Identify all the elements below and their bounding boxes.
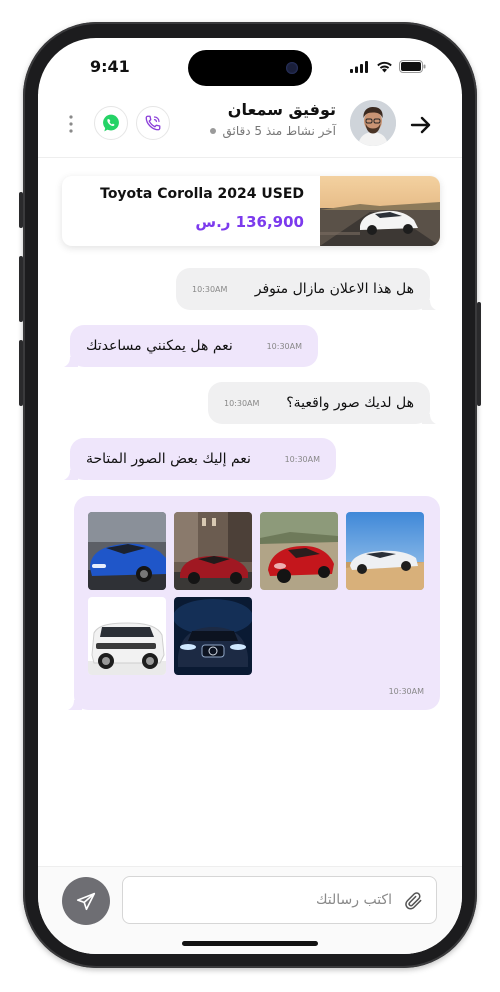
car-photo-icon [320,176,440,246]
car-photo-icon [346,512,424,590]
message-bubble-incoming[interactable]: 10:30AM هل لديك صور واقعية؟ [208,382,436,424]
bubble-tail [64,470,78,480]
car-photo-icon [174,597,252,675]
gallery-photo-white-range-rover[interactable] [88,597,166,675]
phone-volume-up-button [19,256,23,322]
message-time: 10:30AM [284,454,320,464]
last-active-label: آخر نشاط منذ 5 دقائق [222,124,336,138]
message-time: 10:30AM [388,687,424,696]
front-camera [286,62,298,74]
bubble-tail [422,300,436,310]
car-photo-icon [260,512,338,590]
gallery-photo-white-sedan[interactable] [346,512,424,590]
contact-name[interactable]: توفيق سمعان [228,100,336,119]
whatsapp-button[interactable] [94,106,128,140]
bubble-tail [422,414,436,424]
message-time: 10:30AM [224,398,260,408]
phone-call-icon [145,115,161,131]
send-button[interactable] [62,877,110,925]
message-time: 10:30AM [192,284,228,294]
car-photo-icon [88,597,166,675]
person-avatar-icon [350,100,396,146]
voice-call-button[interactable] [136,106,170,140]
message-text: هل لديك صور واقعية؟ [286,395,414,411]
home-indicator [182,941,318,946]
car-photo-icon [174,512,252,590]
listing-card[interactable]: Toyota Corolla 2024 USED 136,900 ر.س [62,176,440,246]
gallery-photo-blue-bmw[interactable] [88,512,166,590]
photo-gallery-message: 10:30AM [68,496,440,710]
phone-power-button [477,302,481,406]
gallery-photo-red-mercedes[interactable] [174,512,252,590]
send-icon [76,892,96,911]
message-text: هل هذا الاعلان مازال متوفر [254,281,414,297]
back-arrow-icon[interactable] [408,112,434,138]
message-bubble-incoming[interactable]: 10:30AM هل هذا الاعلان مازال متوفر [176,268,436,310]
presence-dot [210,128,217,134]
cellular-signal-icon [350,60,368,73]
message-bubble-outgoing[interactable]: نعم هل يمكنني مساعدتك 10:30AM [64,325,318,367]
listing-photo[interactable] [320,176,440,246]
chat-thread[interactable]: Toyota Corolla 2024 USED 136,900 ر.س 10:… [38,158,462,866]
whatsapp-icon [103,114,119,132]
dynamic-island [188,50,312,86]
gallery-photo-mercedes-headlights[interactable] [174,597,252,675]
gallery-photo-red-sports-car[interactable] [260,512,338,590]
more-options-icon[interactable] [68,114,74,134]
bubble-tail [68,700,82,710]
battery-icon [399,60,426,73]
message-bubble-outgoing[interactable]: نعم إليك بعض الصور المتاحة 10:30AM [64,438,336,480]
status-time: 9:41 [90,57,130,76]
contact-last-active: آخر نشاط منذ 5 دقائق [210,124,336,138]
listing-price: 136,900 ر.س [195,213,304,231]
message-input[interactable] [122,876,437,924]
contact-avatar[interactable] [350,100,396,146]
listing-title: Toyota Corolla 2024 USED [100,186,304,202]
car-photo-icon [88,512,166,590]
status-icons [350,60,426,73]
message-text: نعم إليك بعض الصور المتاحة [86,451,251,467]
message-text: نعم هل يمكنني مساعدتك [86,338,233,354]
paperclip-icon[interactable] [404,891,424,911]
wifi-icon [377,61,392,72]
bubble-tail [64,357,78,367]
chat-header: توفيق سمعان آخر نشاط منذ 5 دقائق [38,94,462,158]
phone-screen: 9:41 توفيق سمعان آخر نشاط منذ 5 دقائق To… [38,38,462,954]
composer-bar [38,866,462,954]
phone-action-button [19,192,23,228]
phone-volume-down-button [19,340,23,406]
message-time: 10:30AM [266,341,302,351]
